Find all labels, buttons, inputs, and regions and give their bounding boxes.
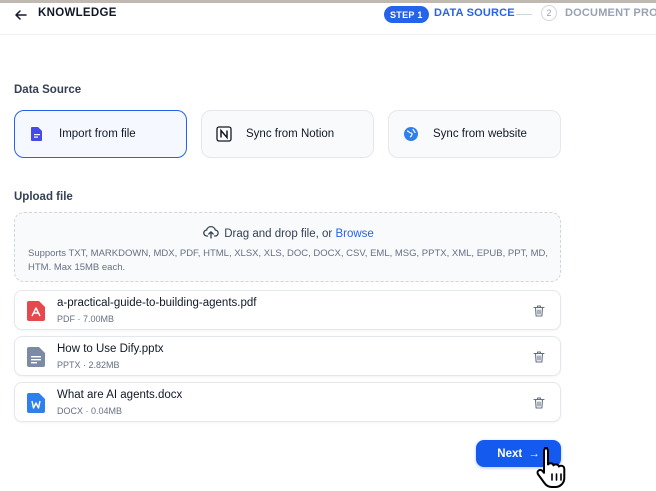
option-label: Sync from website [433,128,527,140]
notion-icon [214,124,234,144]
file-item: What are AI agents.docx DOCX · 0.04MB [14,382,561,422]
cloud-upload-icon [203,226,219,239]
file-item: a-practical-guide-to-building-agents.pdf… [14,290,561,330]
supported-formats: Supports TXT, MARKDOWN, MDX, PDF, HTML, … [28,248,548,273]
next-label: Next [497,447,523,460]
file-meta: DOCX · 0.04MB [57,406,123,416]
trash-icon[interactable] [532,304,546,318]
step-1-label: DATA SOURCE [434,7,515,19]
trash-icon[interactable] [532,350,546,364]
step-divider [516,14,532,15]
browse-link[interactable]: Browse [335,228,373,240]
pptx-file-icon [27,347,45,367]
file-icon [27,124,47,144]
trash-icon[interactable] [532,396,546,410]
file-dropzone[interactable]: Drag and drop file, or Browse Supports T… [14,212,561,282]
file-name: How to Use Dify.pptx [57,343,164,355]
import-from-file-option[interactable]: Import from file [14,110,187,158]
pdf-file-icon [27,301,45,321]
back-arrow-icon[interactable] [14,8,28,22]
file-name: a-practical-guide-to-building-agents.pdf [57,297,257,309]
page-header: KNOWLEDGE STEP 1 DATA SOURCE 2 DOCUMENT … [0,3,656,35]
sync-from-notion-option[interactable]: Sync from Notion [201,110,374,158]
file-name: What are AI agents.docx [57,389,183,401]
step-2-badge: 2 [541,5,557,21]
dropzone-text: Drag and drop file, or Browse [15,225,562,240]
step-2-label: DOCUMENT PROC [565,7,656,19]
docx-file-icon [27,393,45,413]
file-item: How to Use Dify.pptx PPTX · 2.82MB [14,336,561,376]
upload-file-label: Upload file [14,191,73,203]
option-label: Sync from Notion [246,128,335,140]
file-meta: PPTX · 2.82MB [57,360,120,370]
page-title: KNOWLEDGE [38,7,117,19]
option-label: Import from file [59,128,136,140]
step-1-badge: STEP 1 [384,6,429,23]
data-source-label: Data Source [14,84,82,96]
globe-icon [401,124,421,144]
drop-instruction: Drag and drop file, or [224,228,336,240]
hand-pointer-cursor-icon [536,447,566,488]
file-meta: PDF · 7.00MB [57,314,115,324]
sync-from-website-option[interactable]: Sync from website [388,110,561,158]
